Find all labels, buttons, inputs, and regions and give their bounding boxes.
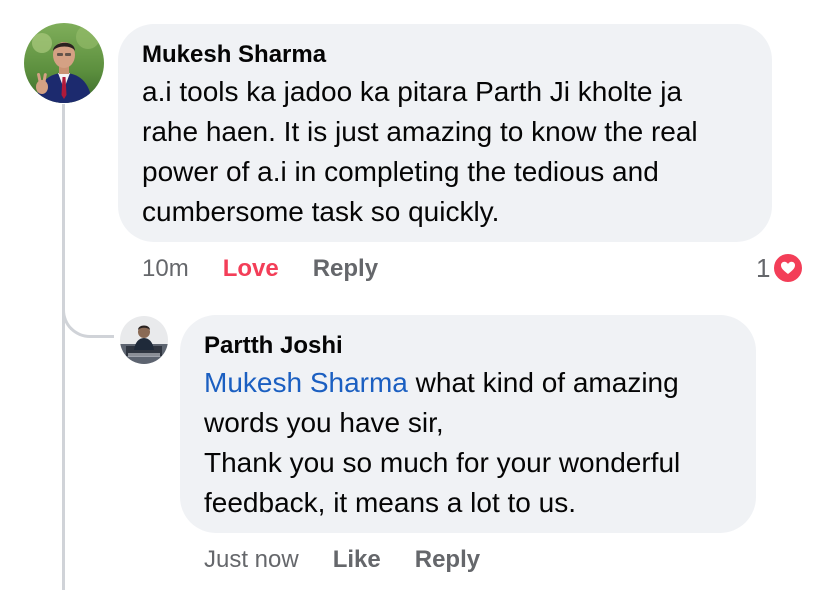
reply-button[interactable]: Reply (313, 254, 378, 284)
avatar-photo-mukesh (24, 23, 104, 103)
reply-actions: Just now Like Reply (204, 545, 480, 575)
comment-actions: 10m Love Reply (142, 254, 378, 284)
comment-text-line: a.i tools ka jadoo ka pitara Parth Ji kh… (142, 76, 683, 107)
reply-text-line: Mukesh Sharma what kind of amazing (204, 363, 732, 403)
reply-text-line: words you have sir, (204, 407, 444, 438)
avatar-photo-partth (120, 316, 168, 364)
comment-bubble: Mukesh Sharma a.i tools ka jadoo ka pita… (118, 24, 772, 242)
comment-author-name[interactable]: Mukesh Sharma (142, 40, 748, 70)
reply-author-name[interactable]: Partth Joshi (204, 331, 732, 361)
reply-timestamp[interactable]: Just now (204, 545, 299, 575)
reaction-count: 1 (756, 252, 771, 283)
love-reaction-button[interactable]: Love (223, 254, 279, 284)
reply-bubble: Partth Joshi Mukesh Sharma what kind of … (180, 315, 756, 533)
comment-thread: Mukesh Sharma a.i tools ka jadoo ka pita… (0, 0, 828, 590)
like-button[interactable]: Like (333, 545, 381, 575)
reply-text-line: feedback, it means a lot to us. (204, 487, 576, 518)
comment-text: a.i tools ka jadoo ka pitara Parth Ji kh… (142, 72, 748, 232)
reply-text-line: Thank you so much for your wonderful (204, 447, 681, 478)
reply-text: Mukesh Sharma what kind of amazing words… (204, 363, 732, 523)
heart-icon (772, 252, 805, 284)
avatar[interactable] (24, 23, 104, 103)
comment-timestamp[interactable]: 10m (142, 254, 189, 284)
thread-connector-line (62, 104, 65, 590)
reply-button[interactable]: Reply (415, 545, 480, 575)
mention-link[interactable]: Mukesh Sharma (204, 367, 408, 398)
reply-connector-curve (62, 290, 114, 338)
reaction-summary[interactable]: 1 (756, 252, 805, 284)
comment-text-line: rahe haen. It is just amazing to know th… (142, 116, 698, 147)
reply-text-fragment: what kind of amazing (407, 367, 679, 398)
comment-text-line: power of a.i in completing the tedious a… (142, 156, 659, 187)
comment-text-line: cumbersome task so quickly. (142, 196, 500, 227)
avatar[interactable] (120, 316, 168, 364)
